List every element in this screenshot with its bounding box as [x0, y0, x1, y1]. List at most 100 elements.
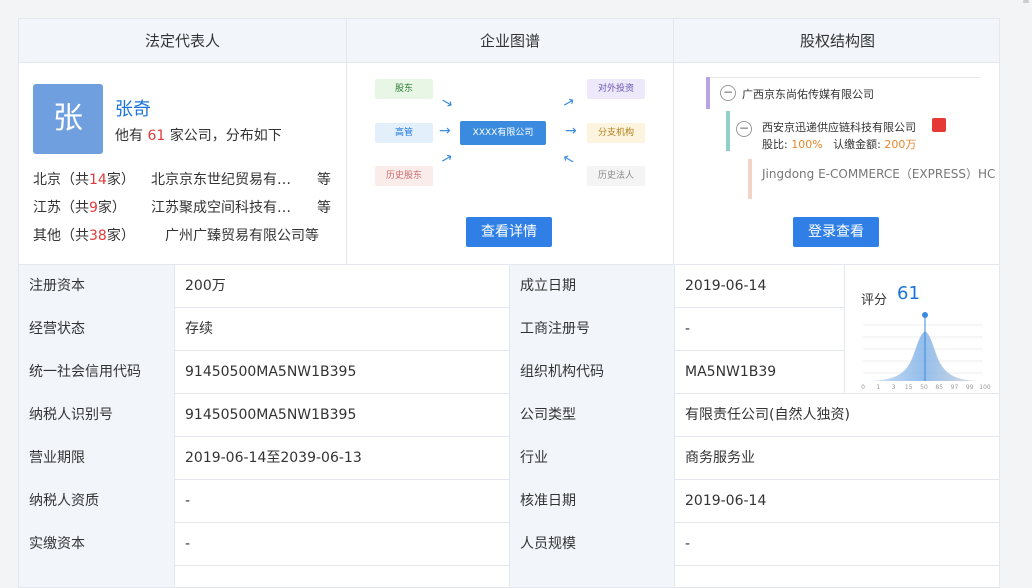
arrow-icon: →: [437, 93, 456, 113]
login-view-button[interactable]: 登录查看: [793, 217, 879, 247]
equity-structure-panel: 股权结构图 − 广西京东尚佑传媒有限公司 − 西安京迅递供应链科技有限公司 股比…: [674, 19, 999, 265]
field-label: 纳税人识别号: [19, 394, 175, 437]
table-row: 纳税人识别号 91450500MA5NW1B395 公司类型 有限责任公司(自然…: [19, 394, 999, 437]
region-etc: 等: [317, 172, 331, 188]
region-count: 38: [89, 228, 107, 244]
score-tick-label: 100: [979, 384, 991, 391]
field-label: 工商注册号: [510, 308, 675, 351]
region-label: 北京（共14家）: [33, 169, 135, 189]
legal-rep-name-link[interactable]: 张奇: [115, 95, 151, 121]
field-value: 有限责任公司(自然人独资): [685, 407, 850, 423]
legal-rep-title: 法定代表人: [19, 19, 346, 63]
summary-panels: 法定代表人 张 张奇 他有 61 家公司，分布如下 北京（共14家） 北京京东世…: [19, 19, 999, 265]
score-tick-label: 85: [935, 384, 943, 391]
region-prefix: 北京（共: [33, 172, 89, 188]
graph-title: 企业图谱: [347, 19, 673, 63]
field-value: 200万: [175, 265, 510, 308]
region-etc: 等: [317, 200, 331, 216]
equity-title: 股权结构图: [674, 19, 999, 63]
region-suffix: 家）: [97, 200, 126, 216]
region-prefix: 其他（共: [33, 228, 89, 244]
company-count[interactable]: 61: [147, 128, 165, 144]
field-label: 核准日期: [510, 480, 675, 523]
score-tick-label: 50: [920, 384, 928, 391]
field-value: -: [175, 480, 510, 523]
field-label: 人员规模: [510, 523, 675, 566]
field-value: 91450500MA5NW1B395: [175, 351, 510, 394]
ratio-label: 股比:: [762, 138, 788, 151]
field-label: 注册资本: [19, 265, 175, 308]
field-label: 公司类型: [510, 394, 675, 437]
field-value: 商务服务业: [685, 450, 755, 466]
equity-ratio: 股比: 100% 认缴金额: 200万: [762, 136, 916, 152]
company-info-table: 注册资本 200万 成立日期 2019-06-14 经营状态 存续 工商注册号 …: [19, 265, 999, 587]
table-row-partial: [19, 566, 999, 587]
table-row: 营业期限 2019-06-14至2039-06-13 行业 商务服务业: [19, 437, 999, 480]
field-label: 行业: [510, 437, 675, 480]
node-shareholder: 股东: [375, 79, 433, 99]
jd-logo-icon: [932, 118, 946, 132]
legal-rep-panel: 法定代表人 张 张奇 他有 61 家公司，分布如下 北京（共14家） 北京京东世…: [19, 19, 347, 265]
equity-child-company[interactable]: 西安京迅递供应链科技有限公司: [762, 119, 916, 135]
score-distribution-chart: 0 1 3 15 50 85 97 99 100: [861, 312, 991, 391]
collapse-icon[interactable]: −: [736, 121, 752, 137]
field-value: -: [685, 536, 691, 552]
field-value: [175, 566, 510, 587]
tree-bar-child: [726, 111, 730, 151]
region-company-link[interactable]: 北京京东世纪贸易有…: [151, 169, 311, 189]
region-prefix: 江苏（共: [33, 200, 89, 216]
node-branch: 分支机构: [587, 123, 645, 143]
field-value: -: [675, 308, 845, 351]
field-label: [19, 566, 175, 587]
region-suffix: 家）: [106, 228, 135, 244]
field-label: 实缴资本: [19, 523, 175, 566]
score-tick-label: 0: [861, 384, 865, 391]
equity-child2-company[interactable]: Jingdong E-COMMERCE（EXPRESS）HC: [762, 165, 995, 182]
field-label: 组织机构代码: [510, 351, 675, 394]
region-label: 江苏（共9家）: [33, 197, 126, 217]
equity-parent-company[interactable]: 广西京东尚佑传媒有限公司: [742, 86, 874, 102]
field-label: 纳税人资质: [19, 480, 175, 523]
node-center-company: XXXX有限公司: [460, 121, 546, 145]
region-company-link[interactable]: 江苏聚成空间科技有…: [151, 197, 311, 217]
enterprise-graph-panel: 企业图谱 股东 高管 历史股东 XXXX有限公司 对外投资 分支机构 历史法人 …: [347, 19, 674, 265]
table-row: 实缴资本 - 人员规模 -: [19, 523, 999, 566]
score-tick-label: 97: [951, 384, 959, 391]
summary-prefix: 他有: [115, 128, 143, 144]
tree-line: [710, 77, 980, 78]
page-scrollbar[interactable]: [1020, 0, 1032, 580]
arrow-icon: →: [559, 93, 578, 113]
node-hist-shareholder: 历史股东: [375, 166, 433, 186]
region-count: 14: [89, 172, 107, 188]
score-tick-label: 3: [892, 384, 896, 391]
table-row: 纳税人资质 - 核准日期 2019-06-14: [19, 480, 999, 523]
region-row-beijing: 北京（共14家） 北京京东世纪贸易有… 等: [33, 169, 333, 191]
fade-overlay: [758, 187, 988, 201]
view-details-button[interactable]: 查看详情: [466, 217, 552, 247]
field-value: -: [175, 523, 510, 566]
field-label: 营业期限: [19, 437, 175, 480]
arrow-icon: →: [565, 123, 577, 139]
field-label: 成立日期: [510, 265, 675, 308]
field-value: 2019-06-14: [675, 265, 845, 308]
field-value: 2019-06-14: [685, 493, 767, 509]
field-label: 经营状态: [19, 308, 175, 351]
scrollbar-thumb[interactable]: [1023, 0, 1029, 3]
field-label: [510, 566, 675, 587]
node-exec: 高管: [375, 123, 433, 143]
node-hist-legal: 历史法人: [587, 166, 645, 186]
tree-bar-child2: [748, 159, 752, 199]
arrow-icon: →: [437, 149, 456, 169]
capital-label: 认缴金额:: [833, 138, 881, 151]
legal-rep-summary: 他有 61 家公司，分布如下: [115, 125, 282, 145]
score-tick-label: 99: [966, 384, 974, 391]
score-widget[interactable]: 评分 61 0 1 3 15 50 85 97 99 100: [845, 265, 999, 394]
collapse-icon[interactable]: −: [720, 85, 736, 101]
field-value: MA5NW1B39: [675, 351, 845, 394]
capital-value: 200万: [884, 138, 917, 151]
field-value: 存续: [175, 308, 510, 351]
region-company-link[interactable]: 广州广臻贸易有限公司等: [165, 225, 365, 245]
region-label: 其他（共38家）: [33, 225, 135, 245]
region-row-other: 其他（共38家） 广州广臻贸易有限公司等: [33, 225, 333, 247]
avatar: 张: [33, 84, 103, 154]
